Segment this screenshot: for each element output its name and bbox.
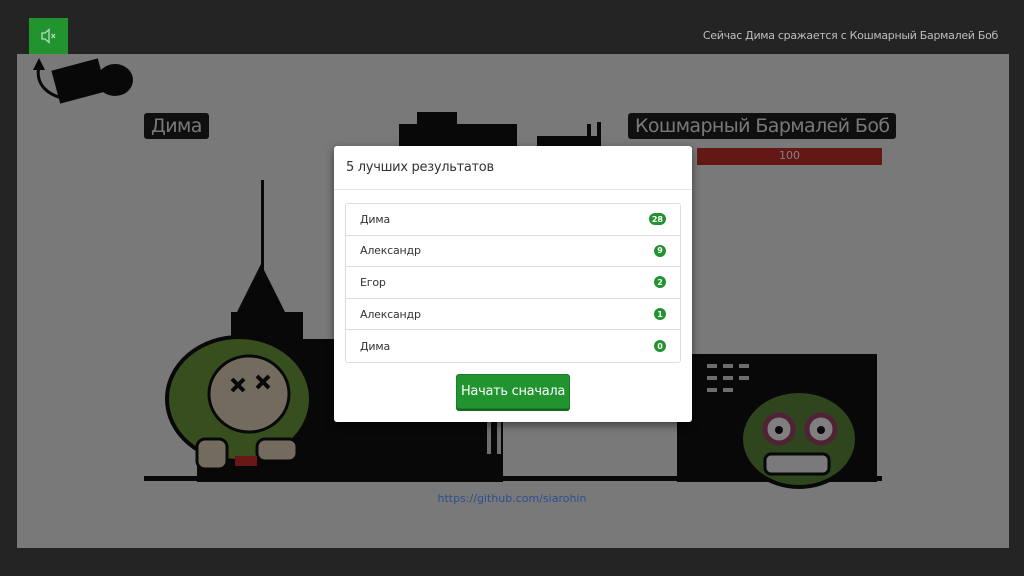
- result-player-name: Александр: [360, 307, 421, 321]
- results-modal: 5 лучших результатов Дима 28 Александр 9…: [334, 146, 692, 422]
- score-badge: 0: [654, 340, 666, 353]
- modal-header: 5 лучших результатов: [334, 146, 692, 190]
- score-badge: 28: [648, 213, 666, 226]
- list-item: Дима 0: [346, 330, 680, 362]
- list-item: Дима 28: [346, 204, 680, 236]
- score-badge: 1: [654, 308, 666, 321]
- list-item: Александр 9: [346, 236, 680, 268]
- top-bar: Сейчас Дима сражается с Кошмарный Бармал…: [0, 0, 1024, 54]
- list-item: Егор 2: [346, 267, 680, 299]
- score-badge: 2: [654, 276, 666, 289]
- battle-status-text: Сейчас Дима сражается с Кошмарный Бармал…: [702, 29, 998, 42]
- speaker-muted-icon: [40, 28, 55, 44]
- result-player-name: Александр: [360, 244, 421, 258]
- result-player-name: Егор: [360, 275, 386, 289]
- result-player-name: Дима: [360, 212, 390, 226]
- sound-toggle-button[interactable]: [29, 18, 68, 54]
- github-link[interactable]: https://github.com/siarohin: [0, 492, 1024, 505]
- results-list: Дима 28 Александр 9 Егор 2 Александр 1 Д…: [345, 203, 681, 363]
- modal-title: 5 лучших результатов: [346, 160, 494, 175]
- score-badge: 9: [654, 244, 666, 257]
- list-item: Александр 1: [346, 299, 680, 331]
- result-player-name: Дима: [360, 339, 390, 353]
- restart-button[interactable]: Начать сначала: [456, 374, 570, 409]
